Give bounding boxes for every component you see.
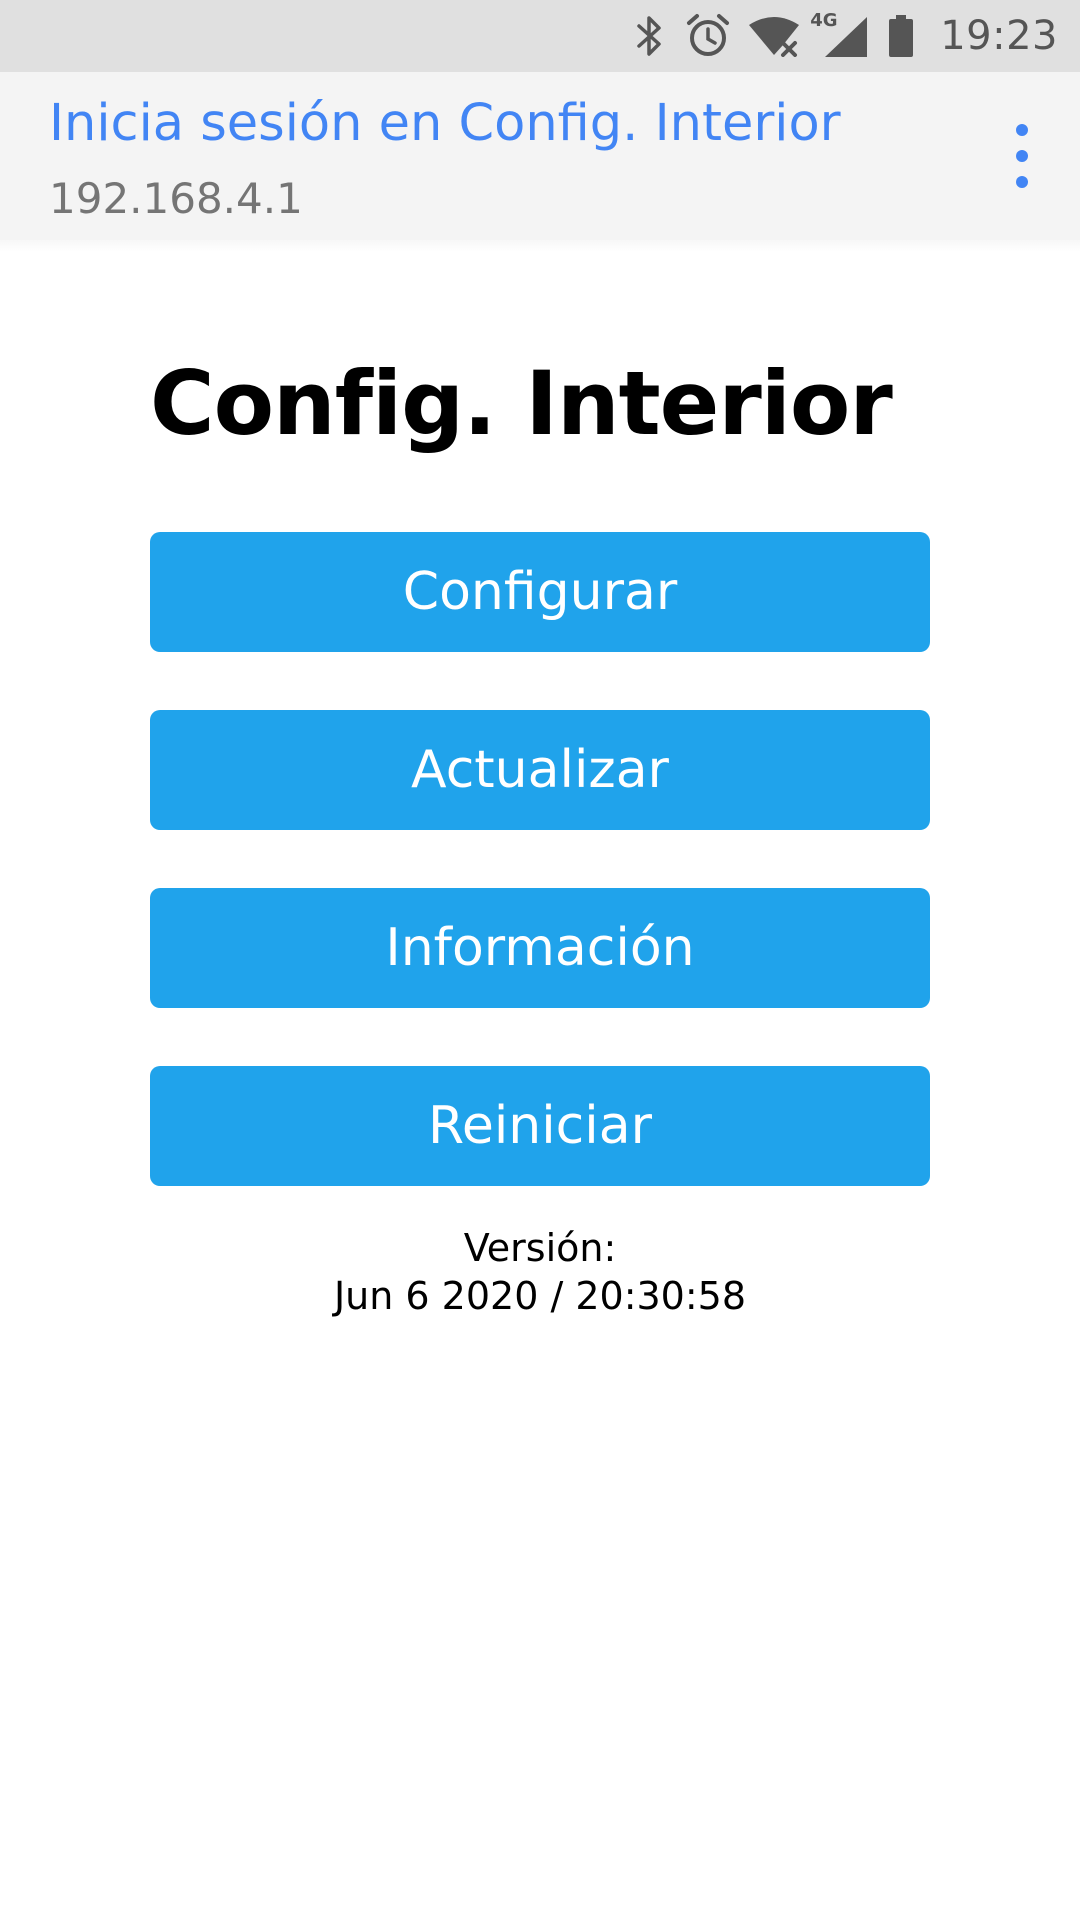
bluetooth-icon bbox=[630, 0, 670, 72]
information-button[interactable]: Información bbox=[150, 888, 930, 1008]
header-divider bbox=[0, 240, 1080, 252]
menu-dot bbox=[1016, 150, 1028, 162]
status-time: 19:23 bbox=[940, 13, 1058, 59]
header-title: Inicia sesión en Config. Interior bbox=[49, 94, 841, 153]
version-info: Versión: Jun 6 2020 / 20:30:58 bbox=[0, 1224, 1080, 1320]
restart-button[interactable]: Reiniciar bbox=[150, 1066, 930, 1186]
page-title: Config. Interior bbox=[150, 352, 893, 455]
status-icons: 4G 19:23 bbox=[630, 0, 1058, 72]
version-label: Versión: bbox=[463, 1226, 617, 1270]
status-bar: 4G 19:23 bbox=[0, 0, 1080, 72]
more-vert-icon[interactable] bbox=[1000, 124, 1044, 188]
signal-4g-icon: 4G bbox=[810, 0, 870, 72]
wifi-no-internet-icon bbox=[746, 0, 802, 72]
menu-dot bbox=[1016, 176, 1028, 188]
captive-portal-header: Inicia sesión en Config. Interior 192.16… bbox=[0, 72, 1080, 240]
network-type-label: 4G bbox=[810, 10, 838, 31]
update-button[interactable]: Actualizar bbox=[150, 710, 930, 830]
alarm-icon bbox=[684, 0, 732, 72]
battery-icon bbox=[884, 0, 918, 72]
configure-button[interactable]: Configurar bbox=[150, 532, 930, 652]
menu-dot bbox=[1016, 124, 1028, 136]
version-value: Jun 6 2020 / 20:30:58 bbox=[333, 1274, 747, 1318]
header-url: 192.168.4.1 bbox=[49, 174, 303, 223]
